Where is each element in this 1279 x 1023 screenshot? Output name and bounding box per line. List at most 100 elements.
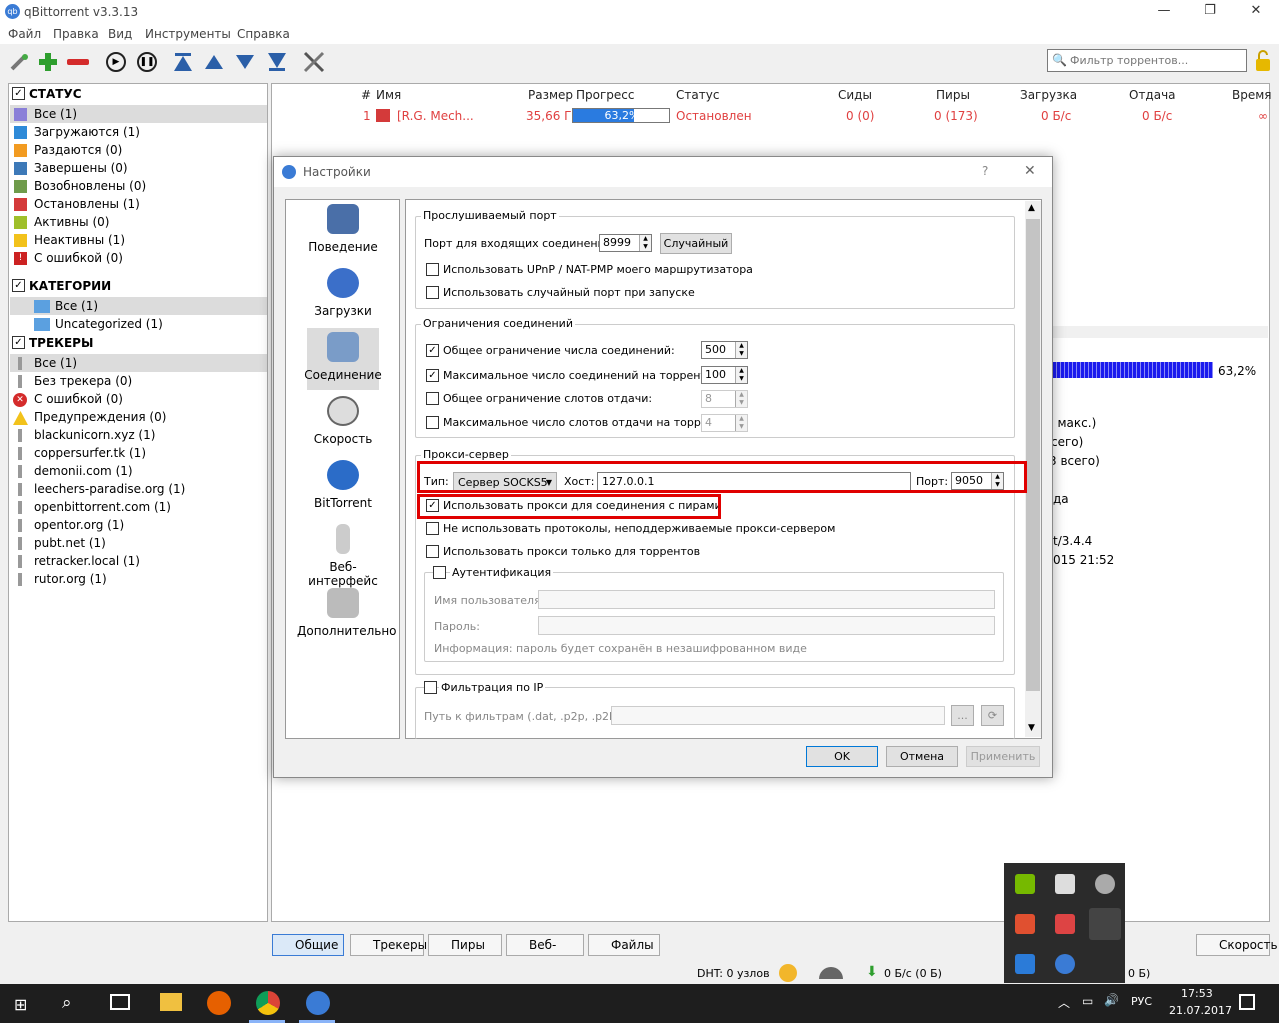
status-item-all[interactable]: Все (1) [10, 105, 267, 123]
status-collapse-checkbox[interactable]: ✓ [12, 87, 25, 100]
proxy-torrents-only-checkbox[interactable] [426, 545, 439, 558]
task-view-icon[interactable] [110, 994, 130, 1010]
tab-files[interactable]: Файлы [588, 934, 660, 956]
options-button[interactable] [301, 49, 327, 75]
tab-webseeds[interactable]: Веб-сиды [506, 934, 584, 972]
move-bottom-button[interactable] [264, 49, 290, 75]
menu-file[interactable]: Файл [8, 27, 41, 41]
password-input[interactable] [538, 616, 995, 635]
action-center-icon[interactable] [1239, 994, 1255, 1010]
col-size-header[interactable]: Размер [528, 88, 573, 102]
col-status-header[interactable]: Статус [676, 88, 719, 102]
chrome-icon[interactable] [256, 991, 280, 1015]
windows-start-icon[interactable]: ⊞ [14, 995, 27, 1014]
nav-advanced[interactable]: Дополнительно [297, 584, 397, 646]
status-item-downloading[interactable]: Загружаются (1) [10, 123, 267, 141]
global-upload-slots-spinbox[interactable]: 8 ▲ ▼ [701, 390, 748, 408]
spin-arrows-icon[interactable]: ▲ ▼ [735, 367, 747, 383]
nav-connection[interactable]: Соединение [304, 328, 382, 390]
tracker-item[interactable]: pubt.net (1) [10, 534, 267, 552]
tracker-item[interactable]: coppersurfer.tk (1) [10, 444, 267, 462]
pane-vertical-scrollbar[interactable]: ▲ ▼ [1025, 201, 1041, 737]
per-torrent-upload-slots-checkbox[interactable] [426, 416, 439, 429]
defender-shield-icon[interactable] [1055, 874, 1075, 894]
tab-peers[interactable]: Пиры [428, 934, 502, 956]
torrent-row-name[interactable]: [R.G. Mech... [397, 109, 474, 123]
menu-view[interactable]: Вид [108, 27, 132, 41]
torrent-filter-input[interactable]: 🔍 Фильтр торрентов... [1047, 49, 1247, 72]
status-item-resumed[interactable]: Возобновлены (0) [10, 177, 267, 195]
col-upload-header[interactable]: Отдача [1129, 88, 1176, 102]
tab-general[interactable]: Общие [272, 934, 344, 956]
category-item-uncategorized[interactable]: Uncategorized (1) [10, 315, 267, 333]
per-torrent-connections-checkbox[interactable]: ✓ [426, 369, 439, 382]
category-item-all[interactable]: Все (1) [10, 297, 267, 315]
list-horizontal-scrollbar[interactable] [1053, 326, 1268, 338]
add-link-button[interactable] [6, 49, 32, 75]
status-item-paused[interactable]: Остановлены (1) [10, 195, 267, 213]
status-header[interactable]: ✓ СТАТУС [10, 85, 267, 103]
nvidia-icon[interactable] [1015, 874, 1035, 894]
status-item-seeding[interactable]: Раздаются (0) [10, 141, 267, 159]
categories-collapse-checkbox[interactable]: ✓ [12, 279, 25, 292]
dialog-close-button[interactable]: ✕ [1024, 163, 1036, 179]
per-torrent-connections-spinbox[interactable]: 100 ▲ ▼ [701, 366, 748, 384]
remove-torrent-button[interactable] [65, 49, 91, 75]
tracker-item-error[interactable]: ✕ С ошибкой (0) [10, 390, 267, 408]
apply-button[interactable]: Применить [966, 746, 1040, 767]
ok-button[interactable]: OK [806, 746, 878, 767]
torrent-row-num[interactable]: 1 [363, 109, 371, 123]
col-progress-header[interactable]: Прогресс [576, 88, 634, 102]
spin-arrows-icon[interactable]: ▲ ▼ [735, 415, 747, 431]
col-peers-header[interactable]: Пиры [936, 88, 970, 102]
app-tray-icon[interactable] [1055, 914, 1075, 934]
file-explorer-icon[interactable] [160, 993, 182, 1011]
cloud-icon[interactable] [1095, 874, 1115, 894]
global-connections-spinbox[interactable]: 500 ▲ ▼ [701, 341, 748, 359]
proxy-unsupported-checkbox[interactable] [426, 522, 439, 535]
resume-button[interactable]: ▶ [103, 49, 129, 75]
speed-limit-icon[interactable] [817, 966, 845, 980]
tracker-item[interactable]: leechers-paradise.org (1) [10, 480, 267, 498]
tracker-item-warning[interactable]: Предупреждения (0) [10, 408, 267, 426]
trackers-collapse-checkbox[interactable]: ✓ [12, 336, 25, 349]
menu-help[interactable]: Справка [237, 27, 290, 41]
status-item-errored[interactable]: ! С ошибкой (0) [10, 249, 267, 267]
spin-arrows-icon[interactable]: ▲ ▼ [735, 342, 747, 358]
status-item-completed[interactable]: Завершены (0) [10, 159, 267, 177]
move-up-button[interactable] [201, 49, 227, 75]
random-port-button[interactable]: Случайный [660, 233, 732, 254]
incoming-port-spinbox[interactable]: 8999 ▲ ▼ [599, 234, 652, 252]
tracker-item[interactable]: openbittorrent.com (1) [10, 498, 267, 516]
maximize-button[interactable]: ❐ [1187, 0, 1233, 24]
tracker-item-all[interactable]: Все (1) [10, 354, 267, 372]
scroll-up-icon[interactable]: ▲ [1028, 203, 1035, 213]
qbittorrent-tray-icon[interactable] [1055, 954, 1075, 974]
nav-downloads[interactable]: Загрузки [307, 264, 379, 326]
tracker-item[interactable]: blackunicorn.xyz (1) [10, 426, 267, 444]
speed-graph-button[interactable]: Скорость [1196, 934, 1278, 956]
pause-button[interactable]: ❚❚ [134, 49, 160, 75]
close-button[interactable]: ✕ [1233, 0, 1279, 24]
nav-behavior[interactable]: Поведение [307, 200, 379, 262]
col-num-header[interactable]: # [361, 88, 371, 102]
clock-date[interactable]: 21.07.2017 [1169, 1004, 1232, 1017]
col-download-header[interactable]: Загрузка [1020, 88, 1077, 102]
show-hidden-icons-chevron-icon[interactable]: ︿ [1058, 994, 1070, 1011]
tray-app-icon[interactable] [1015, 954, 1035, 974]
network-icon[interactable]: ▭ [1082, 994, 1093, 1008]
global-connections-checkbox[interactable]: ✓ [426, 344, 439, 357]
global-upload-slots-checkbox[interactable] [426, 392, 439, 405]
tab-trackers[interactable]: Трекеры [350, 934, 427, 956]
col-name-header[interactable]: Имя [376, 88, 401, 102]
speaker-icon[interactable] [1015, 914, 1035, 934]
upnp-checkbox[interactable] [426, 263, 439, 276]
random-port-startup-checkbox[interactable] [426, 286, 439, 299]
filter-browse-button[interactable]: ... [951, 705, 974, 726]
search-icon[interactable]: ⌕ [62, 993, 72, 1013]
lock-icon[interactable] [1254, 50, 1272, 72]
tracker-item-trackerless[interactable]: Без трекера (0) [10, 372, 267, 390]
clock-time[interactable]: 17:53 [1181, 987, 1213, 1000]
move-top-button[interactable] [170, 49, 196, 75]
spin-arrows-icon[interactable]: ▲ ▼ [735, 391, 747, 407]
